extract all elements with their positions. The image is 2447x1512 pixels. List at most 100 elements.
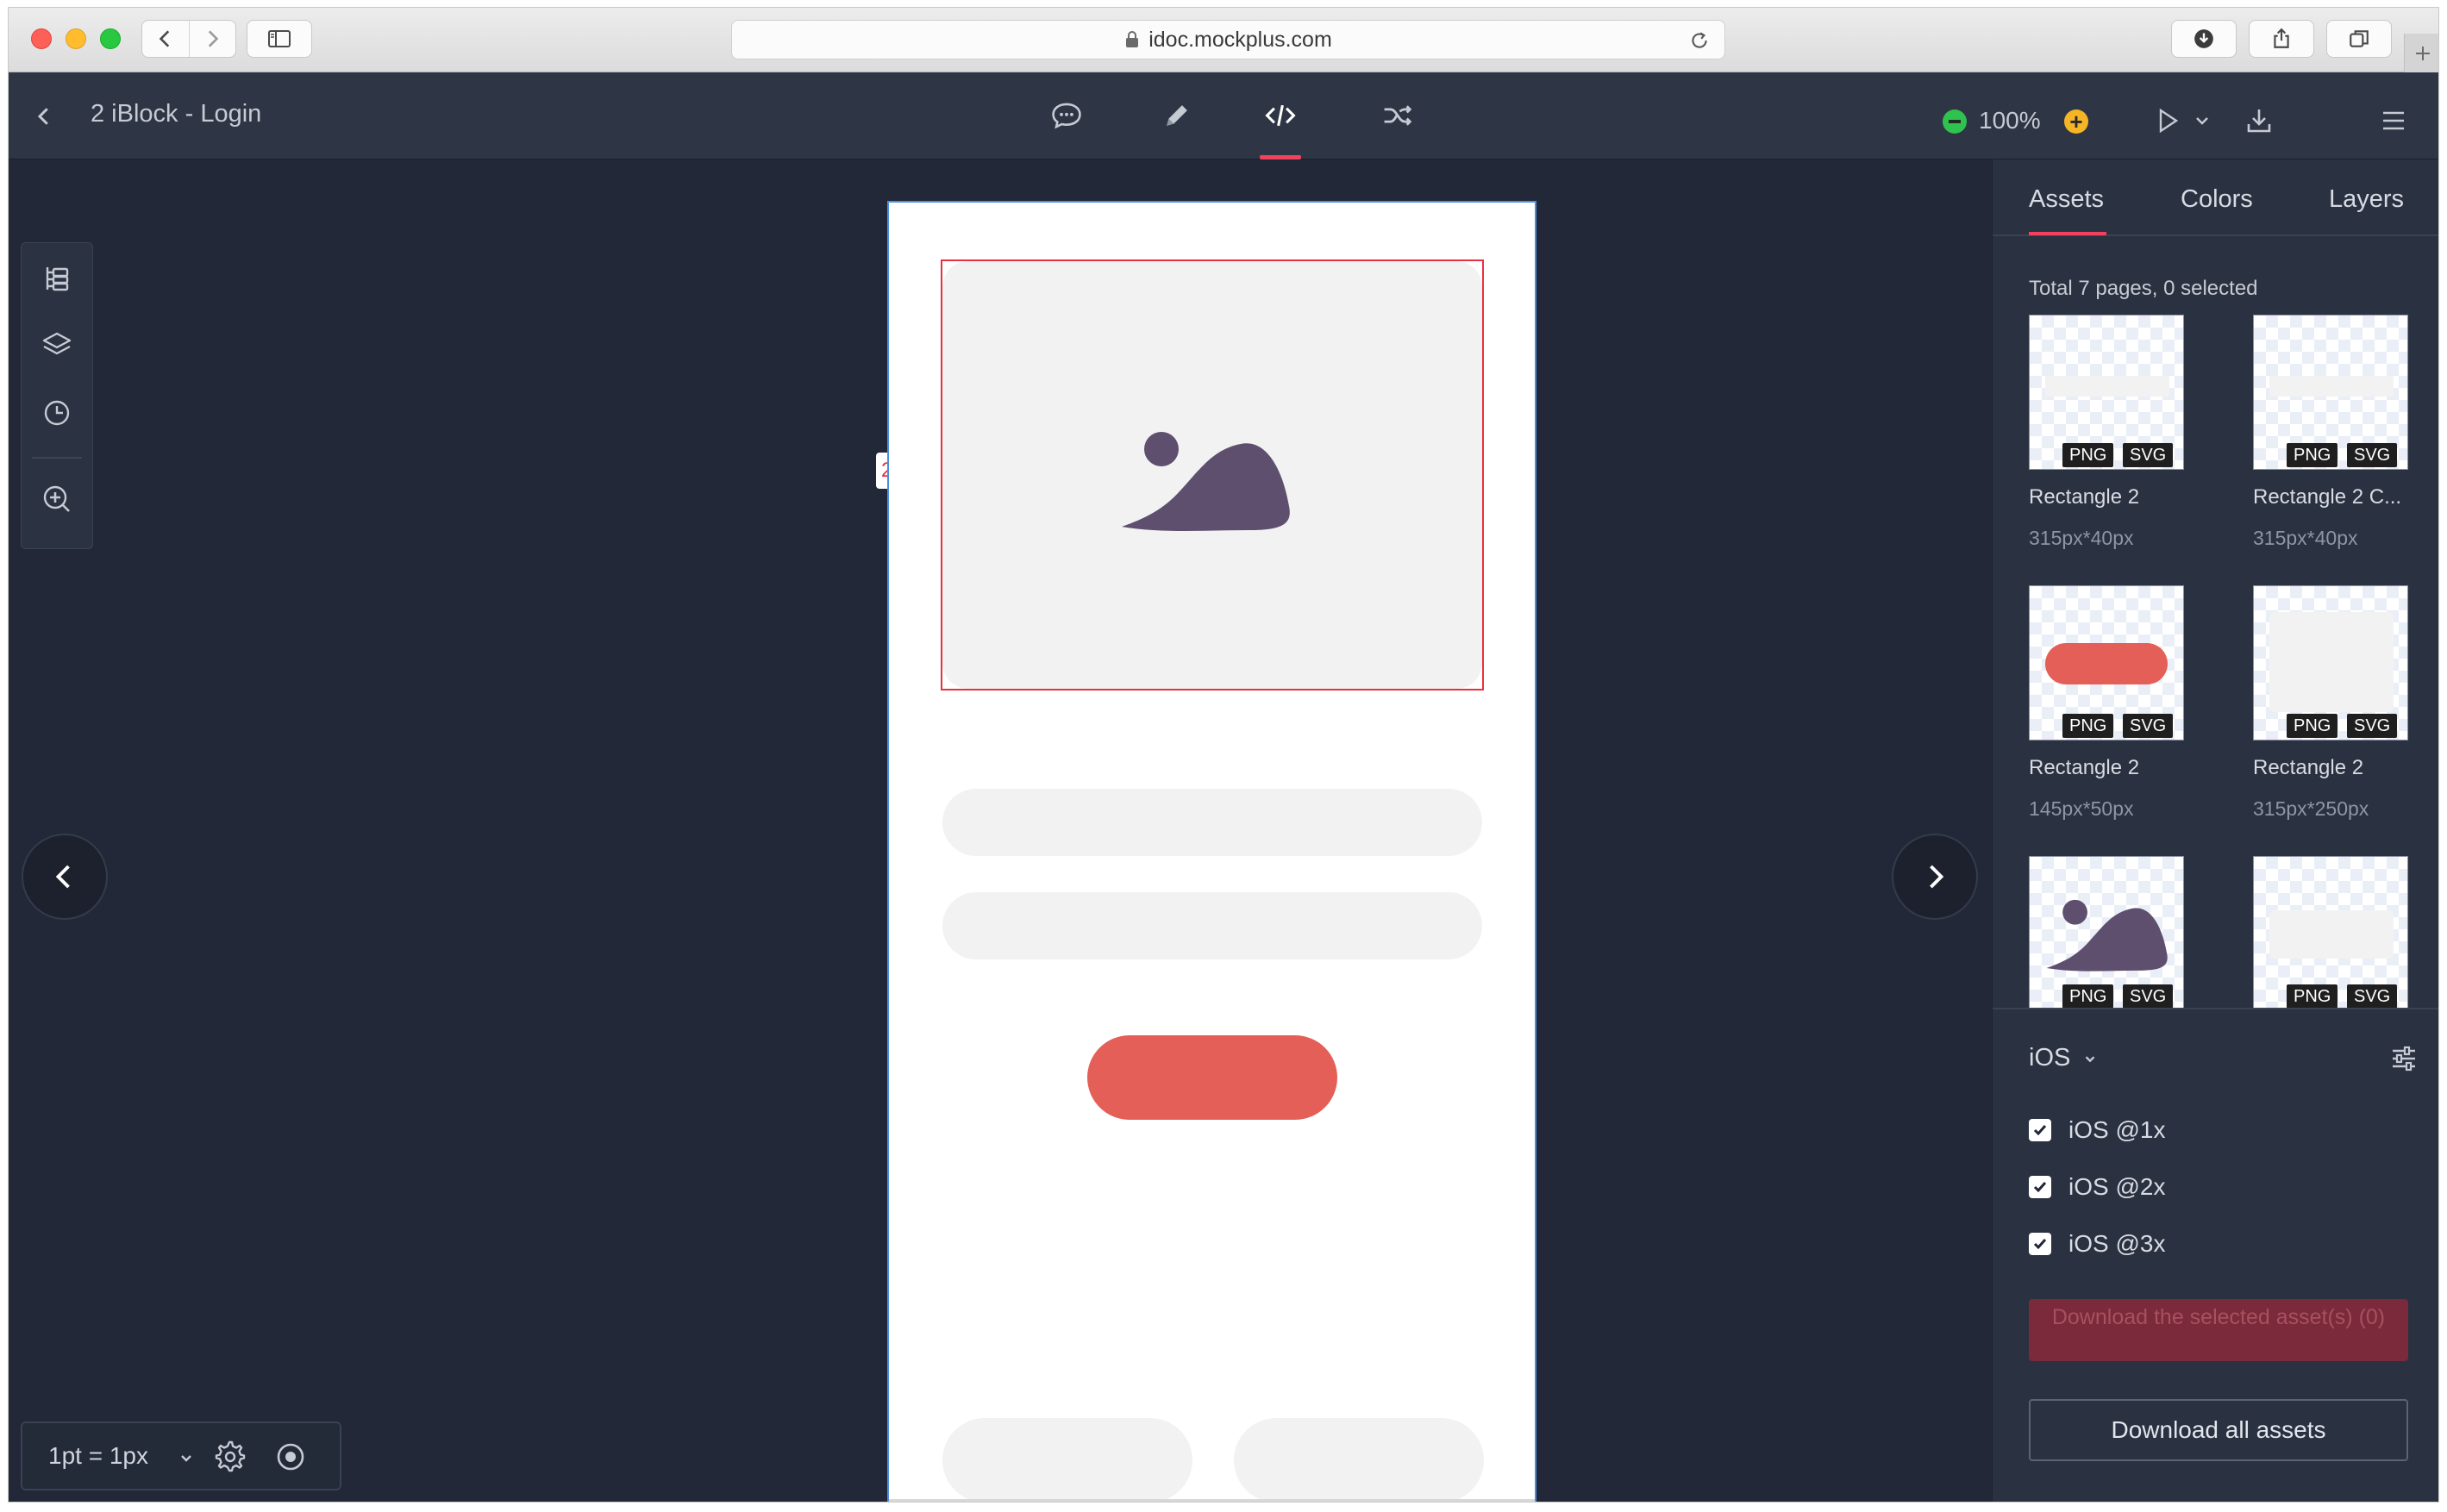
tab-assets[interactable]: Assets bbox=[2029, 185, 2104, 214]
show-tabs-button[interactable] bbox=[2326, 20, 2392, 58]
flow-mode-button[interactable] bbox=[1377, 95, 1418, 136]
platform-value: iOS bbox=[2029, 1044, 2071, 1072]
chevron-right-icon bbox=[1930, 865, 1944, 889]
plus-icon bbox=[2415, 46, 2430, 60]
svg-badge[interactable]: SVG bbox=[2123, 714, 2174, 738]
chevron-down-icon[interactable] bbox=[2194, 112, 2211, 129]
zoom-out-button[interactable] bbox=[1943, 109, 1967, 134]
asset-thumbnail[interactable]: PNG SVG bbox=[2253, 315, 2408, 470]
sidebar-toggle-button[interactable] bbox=[247, 20, 312, 58]
reload-icon[interactable] bbox=[1688, 29, 1711, 52]
chevron-down-icon[interactable] bbox=[178, 1449, 195, 1466]
checkbox-3x[interactable] bbox=[2029, 1233, 2051, 1255]
checkbox-1x[interactable] bbox=[2029, 1119, 2051, 1141]
secondary-button-left[interactable] bbox=[942, 1418, 1192, 1502]
login-button-placeholder[interactable] bbox=[1087, 1035, 1337, 1120]
download-icon[interactable] bbox=[2244, 105, 2275, 136]
asset-thumbnail[interactable]: PNG SVG bbox=[2253, 585, 2408, 740]
scale-option-2x[interactable]: iOS @2x bbox=[2029, 1173, 2165, 1201]
page-title: 2 iBlock - Login bbox=[91, 100, 262, 128]
assets-summary: Total 7 pages, 0 selected bbox=[2029, 277, 2258, 300]
thumb-shape bbox=[2269, 910, 2394, 959]
asset-thumbnail[interactable]: PNG SVG bbox=[2029, 856, 2184, 1008]
svg-badge[interactable]: SVG bbox=[2347, 984, 2398, 1008]
layers-icon[interactable] bbox=[39, 328, 75, 364]
scale-option-1x[interactable]: iOS @1x bbox=[2029, 1116, 2165, 1144]
username-field-placeholder[interactable] bbox=[942, 789, 1482, 856]
downloads-button[interactable] bbox=[2171, 20, 2237, 58]
maximize-window-button[interactable] bbox=[100, 28, 121, 49]
chevron-left-icon bbox=[159, 30, 170, 47]
scale-option-label: iOS @1x bbox=[2068, 1116, 2166, 1143]
thumb-shape bbox=[2269, 612, 2394, 712]
svg-badge[interactable]: SVG bbox=[2347, 443, 2398, 467]
comment-mode-button[interactable] bbox=[1046, 95, 1087, 136]
asset-thumbnail[interactable]: PNG SVG bbox=[2253, 856, 2408, 1008]
scale-option-label: iOS @2x bbox=[2068, 1173, 2166, 1200]
previous-page-button[interactable] bbox=[22, 834, 108, 920]
asset-size: 315px*250px bbox=[2253, 797, 2369, 820]
png-badge[interactable]: PNG bbox=[2287, 714, 2338, 738]
asset-size: 315px*40px bbox=[2029, 527, 2134, 549]
scale-option-3x[interactable]: iOS @3x bbox=[2029, 1230, 2165, 1258]
comment-icon bbox=[1052, 103, 1081, 129]
zoom-in-button[interactable]: + bbox=[2064, 109, 2088, 134]
platform-select[interactable]: iOS bbox=[2029, 1044, 2098, 1072]
edit-mode-button[interactable] bbox=[1156, 95, 1198, 136]
sliders-icon[interactable] bbox=[2389, 1044, 2419, 1073]
code-mode-button[interactable] bbox=[1260, 95, 1301, 136]
history-icon[interactable] bbox=[39, 395, 75, 431]
menu-icon[interactable] bbox=[2378, 105, 2409, 136]
left-toolbar bbox=[21, 242, 93, 549]
svg-badge[interactable]: SVG bbox=[2123, 443, 2174, 467]
lock-icon bbox=[1126, 31, 1139, 47]
checkbox-2x[interactable] bbox=[2029, 1176, 2051, 1198]
close-window-button[interactable] bbox=[31, 28, 52, 49]
play-icon[interactable] bbox=[2152, 105, 2183, 136]
png-badge[interactable]: PNG bbox=[2062, 714, 2114, 738]
sidebar-icon bbox=[268, 30, 291, 47]
zoom-level: 100% bbox=[1979, 107, 2041, 134]
png-badge[interactable]: PNG bbox=[2287, 984, 2338, 1008]
png-badge[interactable]: PNG bbox=[2062, 443, 2114, 467]
next-page-button[interactable] bbox=[1892, 834, 1978, 920]
asset-thumbnail[interactable]: PNG SVG bbox=[2029, 315, 2184, 470]
new-tab-button[interactable] bbox=[2404, 34, 2438, 72]
asset-size: 145px*50px bbox=[2029, 797, 2134, 820]
browser-forward-button[interactable] bbox=[188, 21, 235, 57]
download-selected-button[interactable]: Download the selected asset(s) (0) bbox=[2029, 1299, 2408, 1361]
browser-back-button[interactable] bbox=[142, 21, 189, 57]
gear-icon[interactable] bbox=[214, 1440, 247, 1473]
artboard[interactable] bbox=[887, 201, 1536, 1502]
share-button[interactable] bbox=[2249, 20, 2314, 58]
back-icon[interactable] bbox=[31, 103, 57, 129]
tabs-overview-icon bbox=[2350, 30, 2369, 47]
png-badge[interactable]: PNG bbox=[2062, 984, 2114, 1008]
download-all-button[interactable]: Download all assets bbox=[2029, 1399, 2408, 1461]
unit-scale-select[interactable]: 1pt = 1px bbox=[48, 1442, 148, 1470]
svg-badge[interactable]: SVG bbox=[2347, 714, 2398, 738]
thumb-shape bbox=[2045, 376, 2169, 397]
eye-icon[interactable] bbox=[274, 1440, 307, 1473]
asset-grid: PNG SVG Rectangle 2 315px*40px PNG SVG R… bbox=[1993, 315, 2438, 1008]
thumb-shape bbox=[2045, 643, 2168, 684]
minimize-window-button[interactable] bbox=[66, 28, 86, 49]
address-bar[interactable]: idoc.mockplus.com bbox=[731, 20, 1725, 59]
check-icon bbox=[2033, 1239, 2047, 1250]
svg-badge[interactable]: SVG bbox=[2123, 984, 2174, 1008]
asset-thumbnail[interactable]: PNG SVG bbox=[2029, 585, 2184, 740]
tab-layers[interactable]: Layers bbox=[2329, 185, 2404, 214]
artboard-scrollbar[interactable] bbox=[889, 1499, 1535, 1502]
chevron-right-icon bbox=[209, 30, 219, 47]
check-icon bbox=[2033, 1125, 2047, 1136]
png-badge[interactable]: PNG bbox=[2287, 443, 2338, 467]
chevron-down-icon bbox=[2086, 1055, 2095, 1062]
tab-colors[interactable]: Colors bbox=[2181, 185, 2253, 214]
secondary-button-right[interactable] bbox=[1234, 1418, 1484, 1502]
tree-icon[interactable] bbox=[39, 260, 75, 297]
address-text: idoc.mockplus.com bbox=[1148, 27, 1332, 52]
password-field-placeholder[interactable] bbox=[942, 892, 1482, 959]
zoom-in-icon[interactable] bbox=[39, 481, 75, 517]
active-mode-indicator bbox=[1260, 155, 1301, 159]
export-settings: iOS iOS @1x iOS @2x iOS @3x Download the… bbox=[1993, 1008, 2438, 1502]
